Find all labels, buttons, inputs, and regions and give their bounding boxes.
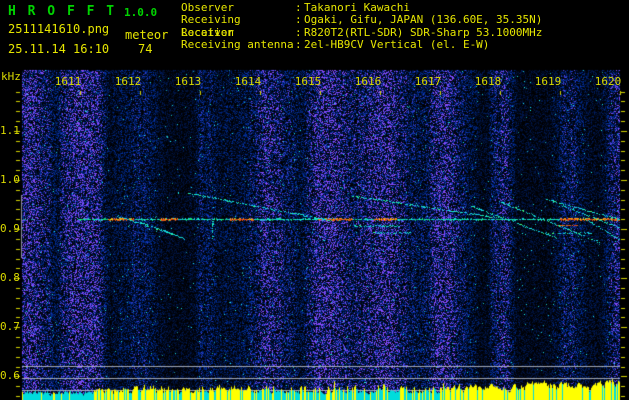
time-tick-label: 1615 [294, 75, 322, 88]
echo-count: 74 [138, 42, 153, 56]
station-info-row: Receiving antenna:2el-HB9CV Vertical (el… [181, 38, 542, 52]
spectrogram-canvas [0, 0, 629, 400]
time-tick-label: 1611 [54, 75, 82, 88]
station-info-row: Receiving Location: Ogaki, Gifu, JAPAN (1… [181, 13, 543, 39]
freq-tick-label: 0.6 [0, 369, 20, 382]
timestamp: 25.11.14 16:10 [8, 42, 110, 56]
time-tick-label: 1618 [474, 75, 502, 88]
time-tick-label: 1613 [174, 75, 202, 88]
time-tick-label: 1620 [594, 75, 622, 88]
app-title: H R O F F T [8, 4, 117, 19]
freq-tick-label: 1.1 [0, 124, 20, 137]
info-colon: : [295, 38, 302, 52]
freq-tick-label: 0.8 [0, 271, 20, 284]
freq-tick-label: 0.7 [0, 320, 20, 333]
time-tick-label: 1617 [414, 75, 442, 88]
mode-label: meteor [125, 28, 169, 42]
station-info: Observer: Takanori Kawachi Receiving Locat… [181, 1, 543, 52]
info-label: Receiving antenna [181, 38, 294, 52]
time-tick-label: 1614 [234, 75, 262, 88]
time-tick-label: 1616 [354, 75, 382, 88]
info-value: 2el-HB9CV Vertical (el. E-W) [304, 38, 490, 52]
freq-tick-label: 0.9 [0, 222, 20, 235]
output-filename: 2511141610.png [8, 22, 110, 36]
frequency-unit-label: kHz [1, 70, 21, 83]
info-label: Receiving Location [181, 13, 241, 39]
info-value: Ogaki, Gifu, JAPAN (136.60E, 35.35N) [304, 13, 543, 27]
time-tick-label: 1612 [114, 75, 142, 88]
time-tick-label: 1619 [534, 75, 562, 88]
hrofft-output-image: H R O F F T 1.0.0 2511141610.png meteor … [0, 0, 629, 400]
info-colon: : [295, 13, 302, 27]
app-version: 1.0.0 [124, 6, 158, 19]
freq-tick-label: 1.0 [0, 173, 20, 186]
